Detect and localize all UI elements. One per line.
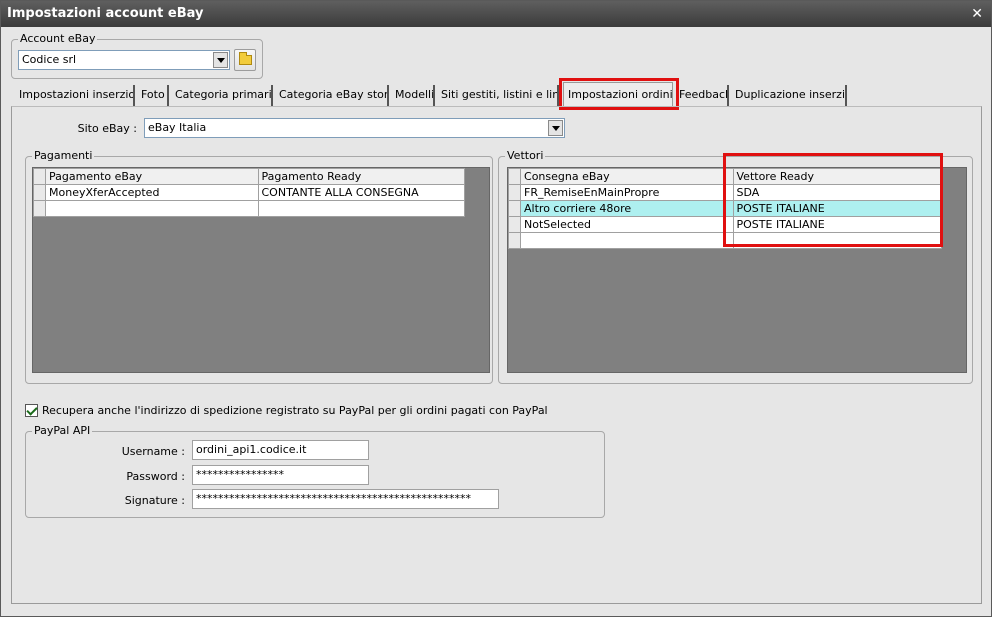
column-header[interactable]: Vettore Ready	[732, 168, 942, 185]
carriers-table: Consegna eBay Vettore Ready FR_RemiseEnM…	[507, 168, 942, 249]
table-header-row: Consegna eBay Vettore Ready	[507, 168, 942, 185]
signature-label: Signature :	[124, 494, 185, 507]
table-header-row: Pagamento eBay Pagamento Ready	[32, 168, 465, 185]
table-cell[interactable]: POSTE ITALIANE	[732, 200, 942, 217]
account-group: Account eBay Codice srl	[11, 32, 263, 79]
account-legend: Account eBay	[18, 32, 98, 45]
site-label: Sito eBay :	[77, 122, 137, 135]
carriers-group: Vettori Consegna eBay Vettore Ready FR_R…	[498, 149, 973, 384]
table-cell[interactable]: SDA	[732, 184, 942, 201]
tab-modelli[interactable]: Modelli	[391, 85, 435, 107]
payments-group: Pagamenti Pagamento eBay Pagamento Ready…	[25, 149, 493, 384]
row-indicator[interactable]	[507, 184, 522, 201]
site-select-value: eBay Italia	[148, 121, 207, 134]
row-indicator[interactable]	[32, 200, 47, 217]
signature-field[interactable]: ****************************************…	[192, 489, 499, 509]
chevron-down-icon[interactable]	[213, 52, 228, 68]
row-indicator[interactable]	[507, 216, 522, 233]
row-indicator[interactable]	[507, 232, 522, 249]
row-indicator	[507, 168, 522, 185]
password-field[interactable]: ****************	[192, 465, 369, 485]
tab-duplicazione-inserzioni[interactable]: Duplicazione inserzioni	[731, 85, 847, 107]
column-header[interactable]: Pagamento eBay	[45, 168, 259, 185]
table-cell[interactable]: FR_RemiseEnMainPropre	[520, 184, 734, 201]
row-indicator[interactable]	[507, 200, 522, 217]
row-indicator	[32, 168, 47, 185]
table-cell[interactable]	[520, 232, 734, 249]
folder-icon	[239, 52, 252, 65]
table-cell[interactable]: CONTANTE ALLA CONSEGNA	[257, 184, 465, 201]
table-row-new[interactable]	[507, 232, 942, 249]
tab-categoria-primaria[interactable]: Categoria primaria	[171, 85, 273, 107]
table-cell[interactable]: NotSelected	[520, 216, 734, 233]
table-cell[interactable]	[45, 200, 259, 217]
table-row-selected[interactable]: Altro corriere 48ore POSTE ITALIANE	[507, 200, 942, 217]
carriers-legend: Vettori	[505, 149, 546, 162]
table-row-new[interactable]	[32, 200, 465, 217]
window-title: Impostazioni account eBay	[7, 6, 204, 21]
site-select[interactable]: eBay Italia	[144, 118, 565, 138]
row-indicator[interactable]	[32, 184, 47, 201]
account-select-value: Codice srl	[22, 53, 77, 66]
username-field[interactable]: ordini_api1.codice.it	[192, 440, 369, 460]
username-label: Username :	[121, 445, 185, 458]
table-row[interactable]: NotSelected POSTE ITALIANE	[507, 216, 942, 233]
column-header[interactable]: Consegna eBay	[520, 168, 734, 185]
table-row[interactable]: MoneyXferAccepted CONTANTE ALLA CONSEGNA	[32, 184, 465, 201]
payments-legend: Pagamenti	[32, 149, 95, 162]
carriers-grid: Consegna eBay Vettore Ready FR_RemiseEnM…	[507, 167, 967, 373]
paypal-address-checkbox[interactable]	[25, 404, 38, 417]
open-folder-button[interactable]	[234, 49, 256, 71]
tab-impostazioni-inserzioni[interactable]: Impostazioni inserzioni	[15, 85, 135, 107]
tab-feedback[interactable]: Feedback	[675, 85, 729, 107]
table-cell[interactable]: Altro corriere 48ore	[520, 200, 734, 217]
column-header[interactable]: Pagamento Ready	[257, 168, 465, 185]
payments-table: Pagamento eBay Pagamento Ready MoneyXfer…	[32, 168, 465, 217]
chevron-down-icon[interactable]	[548, 120, 563, 136]
tab-categoria-ebay-store[interactable]: Categoria eBay store	[275, 85, 389, 107]
table-cell[interactable]: POSTE ITALIANE	[732, 216, 942, 233]
account-select[interactable]: Codice srl	[18, 50, 230, 70]
payments-grid: Pagamento eBay Pagamento Ready MoneyXfer…	[32, 167, 490, 373]
table-cell[interactable]	[257, 200, 465, 217]
password-label: Password :	[126, 470, 185, 483]
tab-foto[interactable]: Foto	[137, 85, 169, 107]
table-cell[interactable]	[732, 232, 942, 249]
tab-impostazioni-ordini[interactable]: Impostazioni ordini	[563, 82, 673, 107]
close-icon[interactable]: ✕	[971, 1, 983, 27]
title-bar: Impostazioni account eBay ✕	[1, 1, 991, 27]
paypal-address-label: Recupera anche l'indirizzo di spedizione…	[42, 404, 548, 417]
table-row[interactable]: FR_RemiseEnMainPropre SDA	[507, 184, 942, 201]
paypal-api-legend: PayPal API	[32, 424, 93, 437]
table-cell[interactable]: MoneyXferAccepted	[45, 184, 259, 201]
tab-siti-gestiti[interactable]: Siti gestiti, listini e lingue	[437, 85, 559, 107]
settings-window: Impostazioni account eBay ✕ Account eBay…	[0, 0, 992, 617]
